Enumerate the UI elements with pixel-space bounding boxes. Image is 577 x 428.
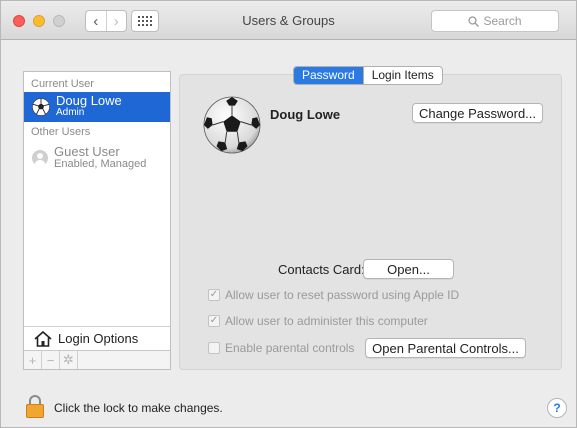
reset-password-label: Allow user to reset password using Apple… (225, 288, 460, 302)
current-user-header: Current User (31, 78, 94, 90)
guest-avatar-icon (32, 150, 48, 166)
title-bar: ‹ › Users & Groups Search (1, 1, 576, 40)
other-users-header: Other Users (31, 126, 91, 138)
guest-user-name: Guest User (54, 144, 120, 159)
search-placeholder: Search (483, 14, 522, 28)
sidebar-toolbar: + − ✲ (24, 350, 170, 369)
guest-user-status: Enabled, Managed (54, 158, 147, 170)
current-user-role: Admin (56, 107, 85, 118)
open-parental-controls-button[interactable]: Open Parental Controls... (365, 338, 526, 358)
profile-name: Doug Lowe (270, 107, 341, 122)
users-groups-window: ‹ › Users & Groups Search Current User D… (0, 0, 577, 428)
search-field[interactable]: Search (431, 10, 559, 32)
current-user-text: Doug Lowe Admin (56, 93, 122, 119)
home-icon (34, 330, 52, 347)
reset-password-option: ✓ Allow user to reset password using App… (208, 288, 459, 302)
reset-password-checkbox[interactable]: ✓ (208, 289, 220, 301)
login-options-label: Login Options (58, 331, 139, 346)
current-user-name: Doug Lowe (56, 93, 122, 108)
change-password-button[interactable]: Change Password... (412, 103, 543, 123)
administer-option: ✓ Allow user to administer this computer (208, 314, 428, 328)
parental-controls-label: Enable parental controls (225, 341, 355, 355)
parental-controls-checkbox[interactable] (208, 342, 220, 354)
open-contacts-card-button[interactable]: Open... (363, 259, 454, 279)
plus-icon: + (28, 352, 37, 368)
add-user-button[interactable]: + (24, 351, 42, 369)
tab-login-items[interactable]: Login Items (362, 67, 442, 84)
help-button[interactable]: ? (547, 398, 567, 418)
sidebar-item-guest-user[interactable]: Guest User Enabled, Managed (24, 140, 170, 176)
guest-user-text: Guest User Enabled, Managed (54, 144, 147, 170)
soccer-ball-icon (32, 98, 50, 116)
sidebar-item-current-user[interactable]: Doug Lowe Admin (24, 92, 170, 122)
gear-icon: ✲ (63, 352, 74, 367)
search-icon (468, 15, 480, 27)
remove-user-button[interactable]: − (42, 351, 60, 369)
contacts-card-label: Contacts Card: (278, 262, 365, 277)
tab-bar: Password Login Items (293, 66, 443, 85)
parental-controls-option: Enable parental controls (208, 341, 354, 355)
action-menu-button[interactable]: ✲ (60, 351, 78, 369)
lock-message: Click the lock to make changes. (54, 401, 223, 415)
users-sidebar: Current User Doug Lowe Admin Other Users… (23, 71, 171, 370)
tab-password[interactable]: Password (294, 67, 363, 84)
administer-label: Allow user to administer this computer (225, 314, 428, 328)
lock-icon[interactable] (25, 394, 45, 418)
user-picture[interactable] (203, 96, 261, 154)
administer-checkbox[interactable]: ✓ (208, 315, 220, 327)
minus-icon: − (46, 352, 55, 368)
login-options-item[interactable]: Login Options (24, 326, 170, 350)
